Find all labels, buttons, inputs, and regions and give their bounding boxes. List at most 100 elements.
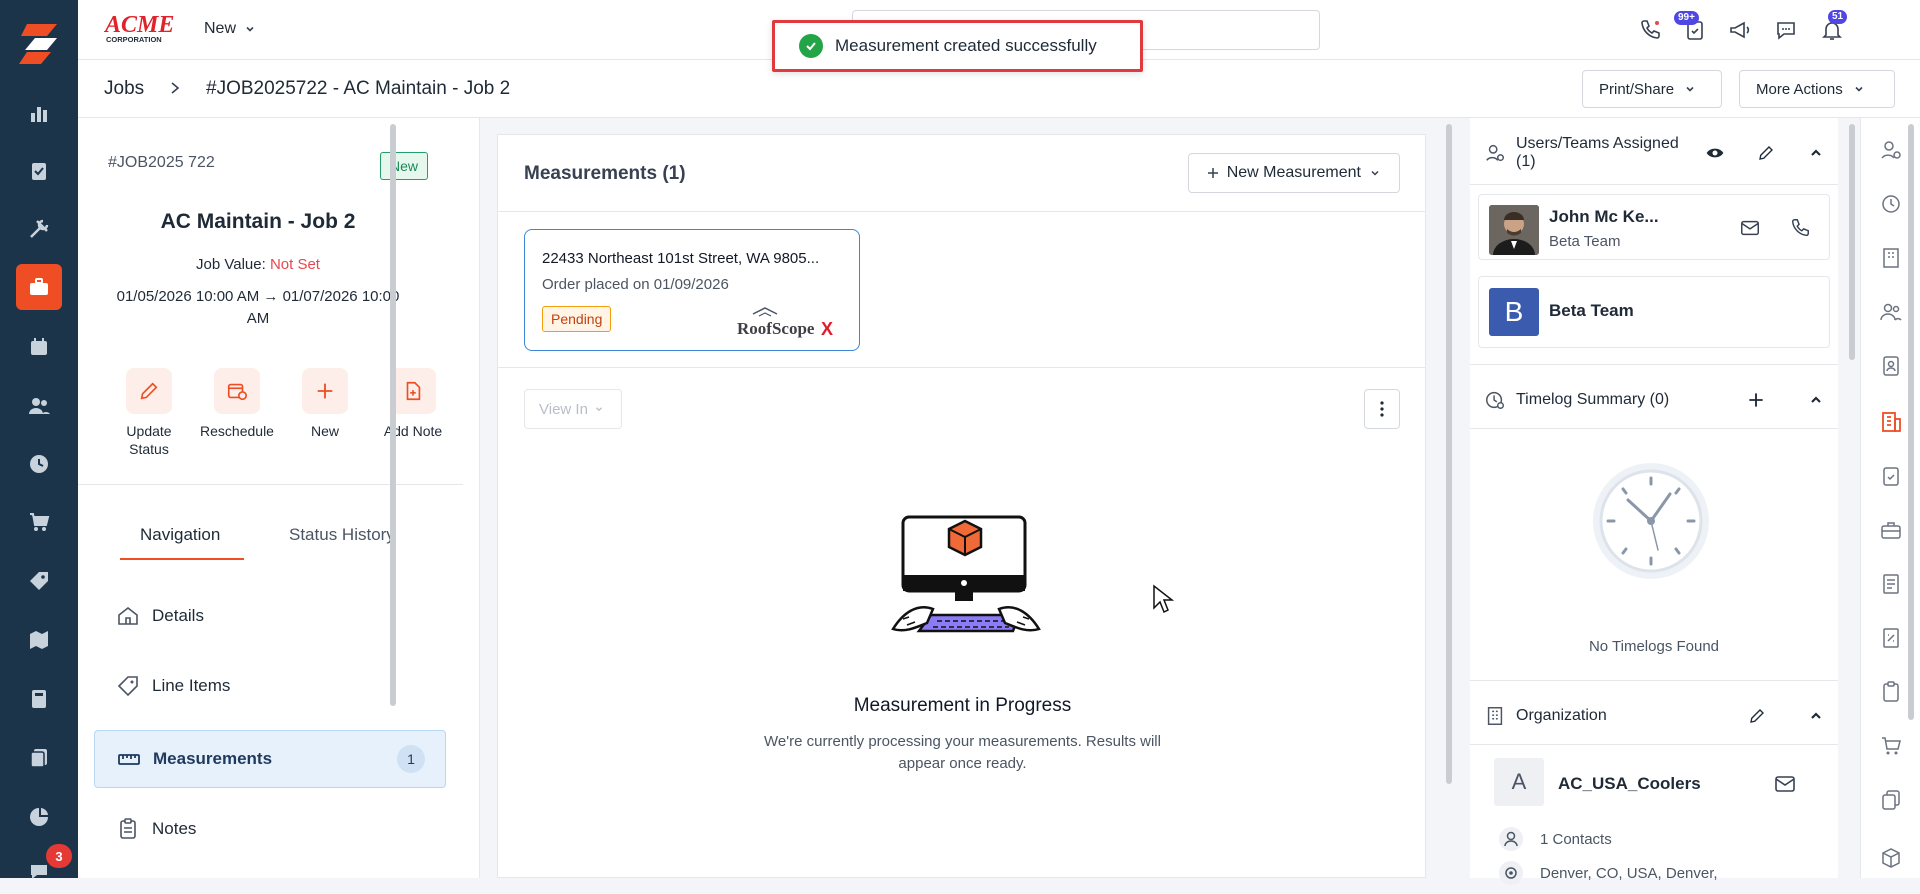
update-status-button[interactable]: Update Status — [106, 368, 192, 458]
chevron-down-icon — [1853, 83, 1865, 95]
mail-icon[interactable] — [1739, 217, 1761, 239]
checklist-icon[interactable] — [1879, 464, 1903, 488]
svg-text:CORPORATION: CORPORATION — [106, 35, 162, 44]
clipboard-icon[interactable] — [1879, 680, 1903, 704]
org-name[interactable]: AC_USA_Coolers — [1558, 774, 1701, 794]
estimate-icon[interactable] — [1879, 626, 1903, 650]
calculator-icon[interactable] — [16, 676, 62, 722]
print-share-button[interactable]: Print/Share — [1582, 70, 1722, 108]
tag-icon[interactable] — [16, 558, 62, 604]
chevron-up-icon[interactable] — [1808, 392, 1824, 408]
job-dates-line: AM — [246, 310, 270, 327]
documents-icon[interactable] — [16, 735, 62, 781]
center-scrollbar[interactable] — [1446, 124, 1452, 784]
briefcase-icon[interactable] — [1879, 518, 1903, 542]
phone-icon[interactable] — [1789, 217, 1811, 239]
app-logo-icon[interactable] — [17, 20, 61, 66]
organization-icon[interactable] — [1879, 410, 1903, 434]
nav-item-notes[interactable]: Notes — [94, 801, 446, 857]
assigned-user-card[interactable]: John Mc Ke... Beta Team — [1478, 194, 1830, 260]
job-value-label: Job Value: — [196, 256, 266, 273]
tab-status-history[interactable]: Status History — [289, 525, 395, 545]
tools-icon[interactable] — [16, 206, 62, 252]
chevron-right-icon — [168, 80, 182, 96]
right-scrollbar[interactable] — [1849, 124, 1855, 360]
new-menu[interactable]: New — [204, 20, 256, 38]
tasks-icon[interactable] — [16, 148, 62, 194]
org-address-text: Denver, CO, USA, Denver, — [1540, 864, 1718, 882]
status-badge: New — [380, 152, 429, 180]
plus-icon — [302, 368, 348, 414]
nav-label: Notes — [152, 819, 197, 838]
copy-icon[interactable] — [1879, 788, 1903, 812]
view-in-select[interactable]: View In — [524, 389, 622, 429]
job-summary-panel: #JOB2025 722 New AC Maintain - Job 2 Job… — [78, 118, 480, 878]
tab-navigation[interactable]: Navigation — [140, 525, 220, 545]
eye-icon[interactable] — [1705, 143, 1725, 163]
organization-header: Organization — [1484, 696, 1824, 736]
megaphone-icon[interactable] — [1725, 15, 1755, 45]
strip-scrollbar[interactable] — [1908, 124, 1914, 720]
people-icon[interactable] — [1879, 300, 1903, 324]
user-name: John Mc Ke... — [1549, 207, 1659, 226]
user-settings-icon[interactable] — [1879, 138, 1903, 162]
chevron-up-icon[interactable] — [1808, 708, 1824, 724]
calendar-clock-icon — [214, 368, 260, 414]
new-measurement-button[interactable]: New Measurement — [1187, 153, 1400, 193]
new-button[interactable]: New — [282, 368, 368, 440]
mail-icon[interactable] — [1773, 772, 1797, 796]
left-scrollbar[interactable] — [390, 124, 396, 706]
dashboard-icon[interactable] — [16, 90, 62, 136]
ruler-icon — [117, 747, 141, 771]
edit-icon[interactable] — [1757, 144, 1775, 162]
job-dates-line: 01/05/2026 10:00 AM → 01/07/2026 10:00 — [116, 288, 400, 305]
nav-label: Details — [152, 606, 204, 625]
location-icon — [1498, 860, 1524, 886]
nav-item-measurements[interactable]: Measurements 1 — [94, 730, 446, 788]
measurement-card[interactable]: 22433 Northeast 101st Street, WA 9805...… — [524, 229, 860, 351]
cart-icon[interactable] — [16, 499, 62, 545]
pencil-icon — [126, 368, 172, 414]
breadcrumb-jobs-link[interactable]: Jobs — [104, 78, 144, 100]
org-address: Denver, CO, USA, Denver, — [1498, 860, 1718, 886]
contacts-icon[interactable] — [16, 383, 62, 429]
contact-card-icon[interactable] — [1879, 354, 1903, 378]
building-icon — [1484, 705, 1506, 727]
plus-icon[interactable] — [1748, 392, 1764, 408]
action-label: New — [310, 423, 339, 439]
reschedule-button[interactable]: Reschedule — [194, 368, 280, 440]
org-contacts: 1 Contacts — [1498, 826, 1612, 852]
package-icon[interactable] — [1879, 846, 1903, 870]
messages-icon[interactable] — [1771, 15, 1801, 45]
success-toast: Measurement created successfully — [772, 20, 1143, 72]
page-title: #JOB2025722 - AC Maintain - Job 2 — [206, 78, 511, 99]
building-icon[interactable] — [1879, 246, 1903, 270]
more-options-button[interactable] — [1364, 389, 1400, 429]
reports-icon[interactable] — [16, 794, 62, 840]
map-icon[interactable] — [16, 617, 62, 663]
nav-label: Line Items — [152, 676, 231, 695]
org-contacts-text: 1 Contacts — [1540, 830, 1612, 848]
org-avatar: A — [1494, 758, 1544, 806]
phone-icon[interactable] — [1635, 15, 1665, 45]
invoice-icon[interactable] — [1879, 572, 1903, 596]
team-name: Beta Team — [1549, 301, 1634, 320]
action-label: Reschedule — [200, 423, 274, 439]
more-actions-button[interactable]: More Actions — [1739, 70, 1895, 108]
tab-underline — [120, 558, 244, 560]
add-note-button[interactable]: Add Note — [370, 368, 456, 440]
edit-icon[interactable] — [1748, 707, 1766, 725]
home-icon — [116, 604, 140, 628]
company-logo[interactable]: ACME CORPORATION — [104, 10, 180, 44]
chevron-up-icon[interactable] — [1808, 145, 1824, 161]
bell-badge: 51 — [1828, 10, 1848, 24]
divider — [1470, 364, 1838, 365]
assigned-team-card[interactable]: B Beta Team — [1478, 276, 1830, 348]
shopping-cart-icon[interactable] — [1879, 734, 1903, 758]
users-teams-title: Users/Teams Assigned (1) — [1516, 135, 1679, 170]
time-history-icon[interactable] — [1879, 192, 1903, 216]
jobs-icon[interactable] — [16, 264, 62, 310]
clock-icon[interactable] — [16, 441, 62, 487]
calendar-icon[interactable] — [16, 324, 62, 370]
chevron-down-icon — [1684, 83, 1696, 95]
